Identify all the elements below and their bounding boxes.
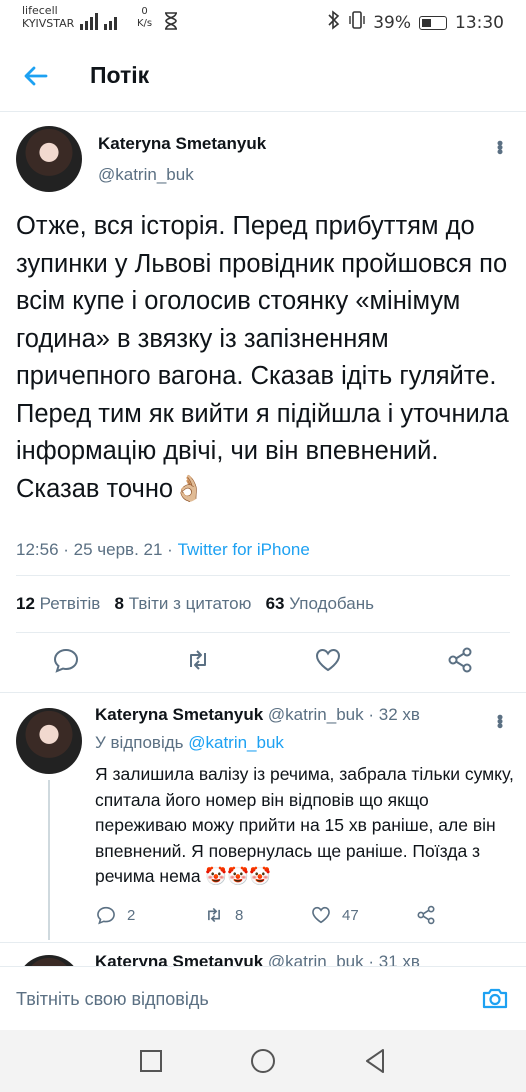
- retweet-count: 8: [235, 906, 244, 924]
- status-right: 39% 13:30: [327, 10, 504, 35]
- battery-icon: [419, 15, 447, 30]
- more-options-icon[interactable]: •••: [490, 140, 510, 153]
- battery-percent: 39%: [373, 12, 411, 33]
- divider: [16, 632, 510, 633]
- likes-stat[interactable]: 63 Уподобань: [266, 594, 374, 613]
- author-name[interactable]: Kateryna Smetanyuk: [98, 134, 266, 154]
- avatar[interactable]: [16, 126, 82, 192]
- quotes-stat[interactable]: 8 Твіти з цитатою: [115, 594, 252, 613]
- reply-reply-button[interactable]: 2: [95, 904, 135, 926]
- divider: [0, 942, 526, 943]
- clock: 13:30: [455, 12, 504, 33]
- reply-to-handle[interactable]: @katrin_buk: [188, 733, 284, 752]
- tweet-time: 12:56: [16, 540, 59, 559]
- tweet-date: 25 черв. 21: [73, 540, 163, 559]
- reply-author-name[interactable]: Kateryna Smetanyuk: [95, 705, 263, 724]
- carrier-2: KYIVSTAR: [22, 17, 75, 30]
- reply-like-button[interactable]: 47: [310, 904, 359, 926]
- reply-text: Я залишила валізу із речима, забрала тіл…: [95, 764, 514, 886]
- back-nav-icon[interactable]: [360, 1046, 390, 1076]
- page-title: Потік: [90, 62, 150, 88]
- author-handle[interactable]: @katrin_buk: [98, 165, 194, 185]
- recents-icon[interactable]: [136, 1046, 166, 1076]
- tweet-source[interactable]: Twitter for iPhone: [178, 540, 310, 559]
- engagement-stats: 12 Ретвітів 8 Твіти з цитатою 63 Уподоба…: [16, 594, 374, 614]
- reply-more-icon[interactable]: •••: [490, 714, 510, 727]
- reply-actions: 2 8 47: [95, 904, 495, 930]
- camera-icon[interactable]: [480, 983, 510, 1013]
- bluetooth-icon: [327, 10, 341, 35]
- share-icon[interactable]: [445, 645, 475, 675]
- back-arrow-icon[interactable]: [20, 60, 52, 92]
- retweet-icon[interactable]: [183, 645, 213, 675]
- tweet-text: Отже, вся історія. Перед прибуттям до зу…: [16, 212, 509, 503]
- reply-count: 2: [127, 906, 136, 924]
- reply-header: Kateryna Smetanyuk @katrin_buk · 32 хв: [95, 705, 420, 724]
- vibrate-icon: [349, 10, 365, 35]
- share-icon: [417, 905, 435, 925]
- reply-composer[interactable]: Твітніть свою відповідь: [0, 966, 526, 1030]
- carrier-info: lifecell KYIVSTAR: [22, 4, 74, 30]
- system-navbar: [0, 1030, 526, 1092]
- network-speed: 0 K/s: [137, 6, 153, 29]
- home-icon[interactable]: [248, 1046, 278, 1076]
- like-icon[interactable]: [313, 645, 343, 675]
- reply-to: У відповідь @katrin_buk: [95, 733, 284, 752]
- retweet-icon: [208, 907, 220, 923]
- like-count: 47: [342, 906, 359, 924]
- carrier-1: lifecell: [22, 4, 58, 17]
- app-header: Потік: [0, 42, 526, 112]
- divider: [0, 692, 526, 693]
- reply-icon[interactable]: [51, 645, 81, 675]
- tweet-meta: 12:56 · 25 черв. 21 · Twitter for iPhone: [16, 540, 310, 559]
- divider: [16, 575, 510, 576]
- thread-line: [48, 780, 50, 940]
- retweets-stat[interactable]: 12 Ретвітів: [16, 594, 100, 613]
- like-icon: [312, 906, 330, 924]
- reply-age: 32 хв: [378, 705, 420, 724]
- signal-icon: [80, 12, 120, 33]
- reply-author-handle[interactable]: @katrin_buk: [268, 705, 364, 724]
- hourglass-icon: [164, 12, 178, 33]
- reply-input[interactable]: Твітніть свою відповідь: [16, 989, 209, 1010]
- status-bar: lifecell KYIVSTAR 0 K/s 39% 13:30: [0, 0, 526, 42]
- reply-retweet-button[interactable]: 8: [203, 904, 243, 926]
- reply-icon: [97, 906, 115, 925]
- reply-share-button[interactable]: [415, 904, 437, 926]
- tweet-actions: [0, 645, 526, 685]
- reply-avatar[interactable]: [16, 708, 82, 774]
